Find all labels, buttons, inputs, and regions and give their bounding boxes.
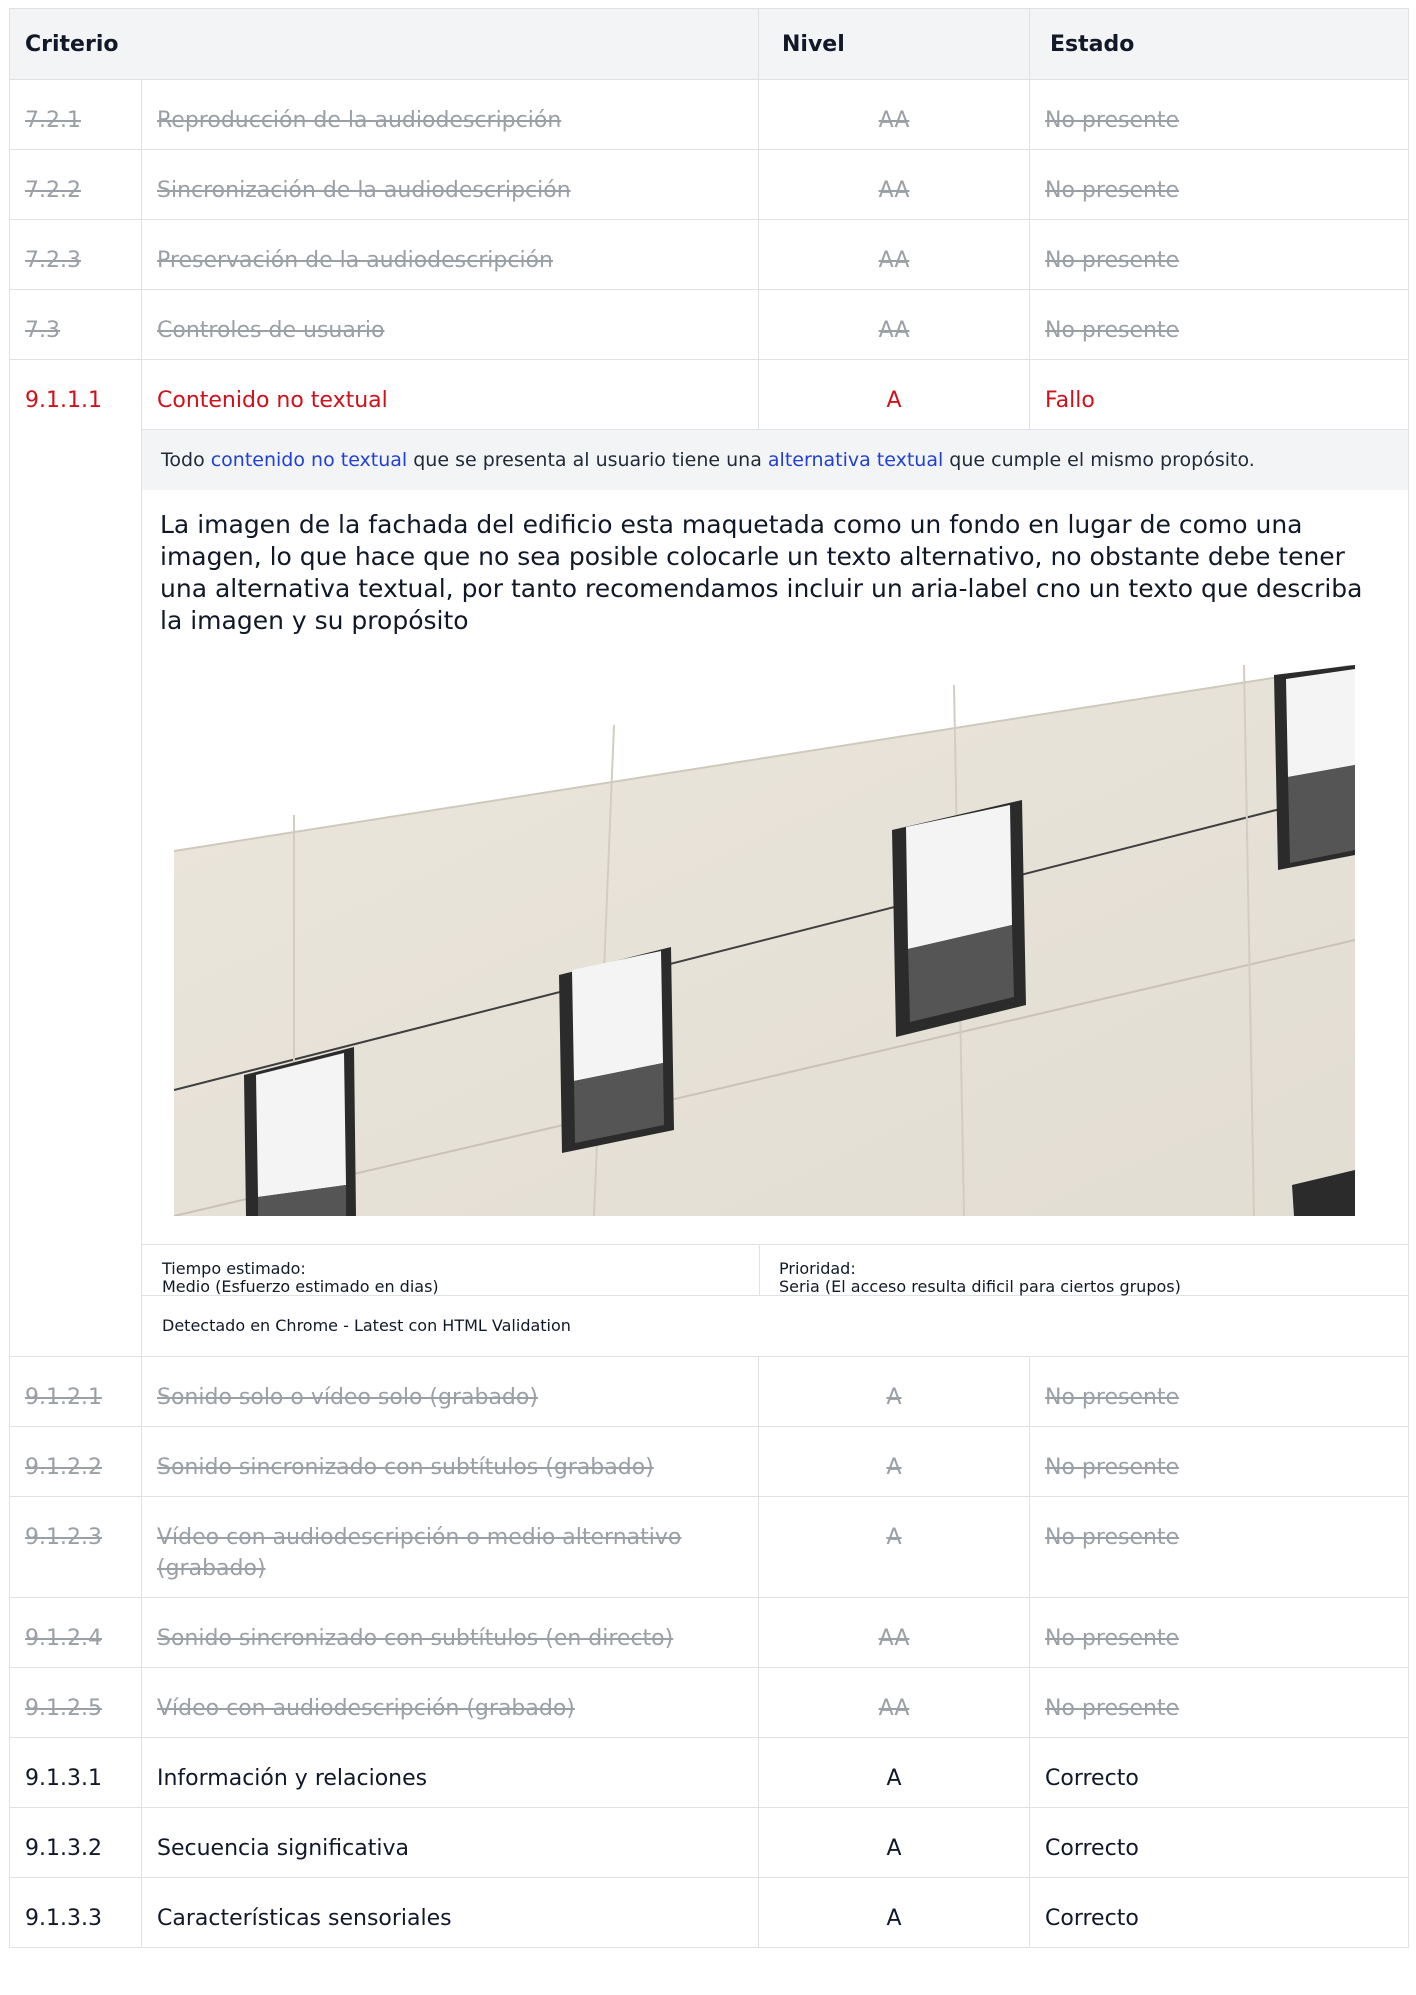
failure-detail: Todo contenido no textual que se present… (140, 429, 1410, 1357)
window (892, 800, 1026, 1037)
criterion-status: No presente (1045, 248, 1180, 273)
link-alternativa-textual[interactable]: alternativa textual (768, 449, 943, 471)
criterion-title: Características sensoriales (157, 1906, 452, 1931)
criterion-title: Vídeo con audiodescripción (grabado) (157, 1696, 575, 1721)
criterion-id: 9.1.1.1 (25, 388, 102, 413)
criterion-id: 9.1.2.5 (25, 1696, 102, 1721)
criterion-title: Reproducción de la audiodescripción (157, 108, 562, 133)
criterion-level: A (886, 1385, 902, 1410)
criterion-level: AA (878, 318, 910, 343)
failure-explanation-text: La imagen de la fachada del edificio est… (160, 510, 1363, 635)
table-row: 9.1.2.3 Vídeo con audiodescripción o med… (9, 1496, 1410, 1598)
header-criterio: Criterio (8, 8, 760, 80)
criterion-level: AA (878, 1626, 910, 1651)
criterion-title: Sonido sincronizado con subtítulos (grab… (157, 1455, 654, 1480)
failure-meta: Tiempo estimado: Medio (Esfuerzo estimad… (142, 1244, 1409, 1296)
criterion-status: No presente (1045, 178, 1180, 203)
criterion-id: 7.2.2 (25, 178, 81, 203)
criterion-level: A (886, 1836, 902, 1861)
criterion-id: 9.1.2.2 (25, 1455, 102, 1480)
link-contenido-no-textual[interactable]: contenido no textual (211, 449, 407, 471)
criterion-title: Sincronización de la audiodescripción (157, 178, 571, 203)
table-row: 9.1.3.2 Secuencia significativa A Correc… (9, 1807, 1410, 1878)
criterion-status: No presente (1045, 1696, 1180, 1721)
table-row: 9.1.2.2 Sonido sincronizado con subtítul… (9, 1426, 1410, 1497)
criterion-status: No presente (1045, 318, 1180, 343)
criterion-title: Sonido sincronizado con subtítulos (en d… (157, 1626, 674, 1651)
header-nivel: Nivel (758, 8, 1031, 80)
table-row-failed: 9.1.1.1 Contenido no textual A Fallo (9, 359, 1410, 430)
table-row: 7.2.3 Preservación de la audiodescripció… (9, 219, 1410, 290)
window (1274, 665, 1355, 870)
detected-in: Detectado en Chrome - Latest con HTML Va… (142, 1295, 1409, 1356)
table-row: 7.2.2 Sincronización de la audiodescripc… (9, 149, 1410, 220)
header-estado: Estado (1029, 8, 1410, 80)
priority: Prioridad: Seria (El acceso resulta difi… (779, 1259, 1181, 1296)
criterion-id: 9.1.3.1 (25, 1766, 102, 1791)
criterion-level: AA (878, 108, 910, 133)
failure-detail-row: Todo contenido no textual que se present… (9, 429, 1410, 1357)
criterion-level: A (886, 1906, 902, 1931)
criterion-id: 9.1.2.3 (25, 1525, 102, 1550)
failure-explanation: La imagen de la fachada del edificio est… (142, 490, 1408, 1244)
window (244, 1047, 356, 1216)
table-row: 9.1.2.1 Sonido solo o vídeo solo (grabad… (9, 1356, 1410, 1427)
criterion-id: 9.1.3.2 (25, 1836, 102, 1861)
criterion-level: AA (878, 178, 910, 203)
criterion-status: Correcto (1045, 1906, 1139, 1931)
criterion-level: AA (878, 248, 910, 273)
criterion-title: Contenido no textual (157, 388, 388, 413)
table-row: 9.1.3.1 Información y relaciones A Corre… (9, 1737, 1410, 1808)
building-facade-image (173, 664, 1356, 1217)
criterion-id: 7.3 (25, 318, 60, 343)
criterion-status: Correcto (1045, 1766, 1139, 1791)
criterion-status: No presente (1045, 108, 1180, 133)
criterion-title: Vídeo con audiodescripción o medio alter… (157, 1525, 682, 1550)
table-header-row: Criterio Nivel Estado (8, 8, 1410, 80)
table-row: 9.1.2.4 Sonido sincronizado con subtítul… (9, 1597, 1410, 1668)
criteria-table: Criterio Nivel Estado 7.2.1 Reproducción… (8, 8, 1410, 1948)
criterion-status: No presente (1045, 1525, 1180, 1550)
criterion-status: No presente (1045, 1626, 1180, 1651)
criterion-status: Fallo (1045, 388, 1095, 413)
estimated-time: Tiempo estimado: Medio (Esfuerzo estimad… (142, 1245, 760, 1296)
criterion-title: Sonido solo o vídeo solo (grabado) (157, 1385, 538, 1410)
criterion-description: Todo contenido no textual que se present… (142, 430, 1409, 490)
criterion-title: (grabado) (157, 1556, 266, 1581)
criterion-level: A (886, 1525, 902, 1550)
criterion-status: Correcto (1045, 1836, 1139, 1861)
criterion-title: Información y relaciones (157, 1766, 428, 1791)
criterion-id: 7.2.1 (25, 108, 81, 133)
criterion-level: AA (878, 1696, 910, 1721)
criterion-id: 9.1.2.1 (25, 1385, 102, 1410)
criterion-id: 9.1.3.3 (25, 1906, 102, 1931)
criterion-level: A (886, 1766, 902, 1791)
window (559, 947, 674, 1153)
table-row: 9.1.2.5 Vídeo con audiodescripción (grab… (9, 1667, 1410, 1738)
criterion-title: Preservación de la audiodescripción (157, 248, 553, 273)
criterion-status: No presente (1045, 1455, 1180, 1480)
criterion-level: A (886, 388, 902, 413)
table-row: 9.1.3.3 Características sensoriales A Co… (9, 1877, 1410, 1948)
table-row: 7.3 Controles de usuario AA No presente (9, 289, 1410, 360)
criterion-id: 9.1.2.4 (25, 1626, 102, 1651)
table-row: 7.2.1 Reproducción de la audiodescripció… (9, 79, 1410, 150)
criterion-id: 7.2.3 (25, 248, 81, 273)
criterion-status: No presente (1045, 1385, 1180, 1410)
criterion-level: A (886, 1455, 902, 1480)
criterion-title: Controles de usuario (157, 318, 385, 343)
criterion-title: Secuencia significativa (157, 1836, 409, 1861)
